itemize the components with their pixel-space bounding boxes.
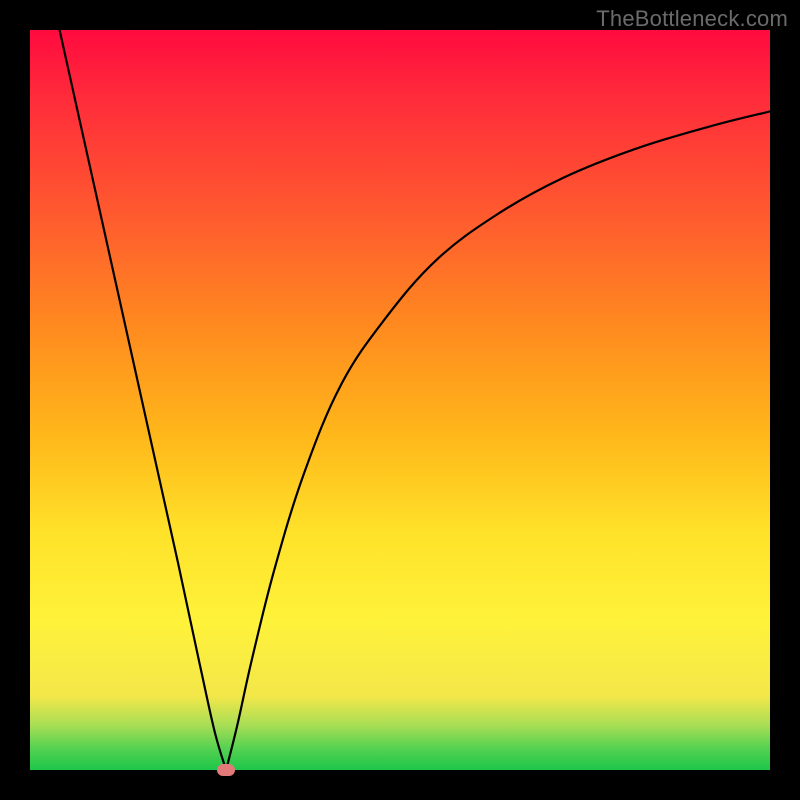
watermark-text: TheBottleneck.com (596, 6, 788, 32)
curve-layer (30, 30, 770, 770)
minimum-marker (217, 764, 235, 776)
curve-right-branch (226, 111, 770, 770)
chart-frame: TheBottleneck.com (0, 0, 800, 800)
plot-area (30, 30, 770, 770)
curve-left-branch (60, 30, 227, 770)
